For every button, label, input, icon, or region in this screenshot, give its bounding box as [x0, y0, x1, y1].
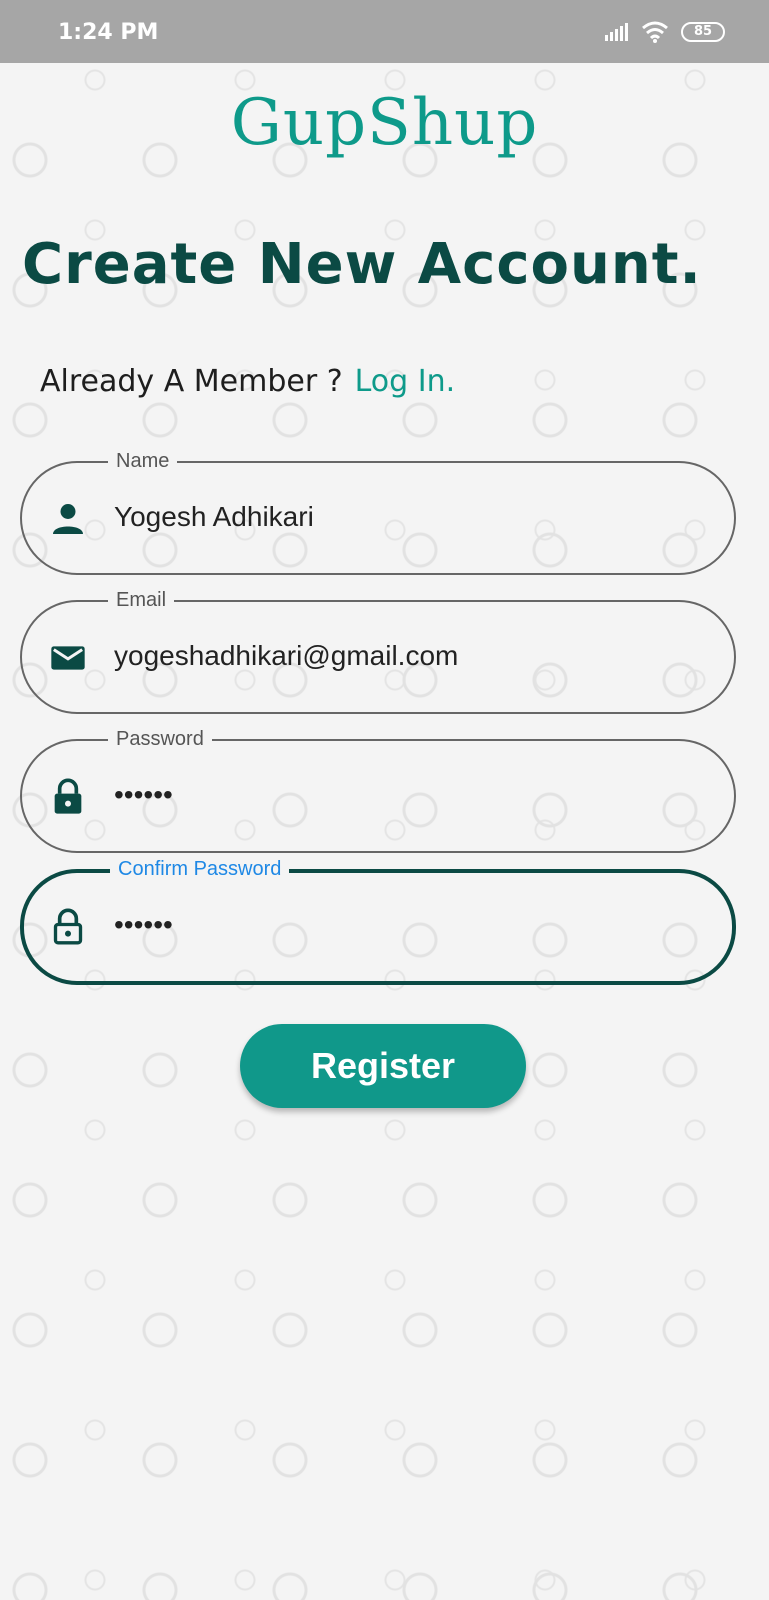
- name-field-value[interactable]: Yogesh Adhikari: [114, 497, 314, 537]
- status-bar: 1:24 PM 85: [0, 0, 769, 63]
- mail-icon: [51, 646, 85, 670]
- email-field-label: Email: [108, 588, 175, 612]
- email-field-value[interactable]: yogeshadhikari@gmail.com: [114, 636, 458, 676]
- status-time: 1:24 PM: [58, 20, 159, 45]
- name-field-label: Name: [108, 449, 178, 473]
- app-logo: GupShup: [230, 86, 539, 160]
- lock-open-icon: [53, 908, 83, 945]
- member-prompt-text: Already A Member ?: [40, 364, 343, 399]
- lock-icon: [54, 778, 82, 814]
- battery-icon: 85: [681, 22, 725, 42]
- wifi-icon: [642, 21, 668, 43]
- password-field-value[interactable]: ••••••: [114, 775, 173, 815]
- member-prompt: Already A Member ? Log In.: [40, 364, 455, 399]
- person-icon: [53, 504, 83, 534]
- confirm-password-field-label: Confirm Password: [110, 857, 290, 881]
- signal-icon: [605, 23, 628, 41]
- page-title: Create New Account.: [22, 232, 702, 297]
- status-icons: 85: [605, 20, 725, 44]
- confirm-password-field-value[interactable]: ••••••: [114, 905, 173, 945]
- login-link[interactable]: Log In.: [355, 364, 456, 399]
- battery-level: 85: [693, 24, 713, 39]
- name-field[interactable]: Name Yogesh Adhikari: [20, 449, 736, 575]
- confirm-password-field[interactable]: Confirm Password ••••••: [20, 857, 736, 985]
- email-field[interactable]: Email yogeshadhikari@gmail.com: [20, 588, 736, 714]
- password-field-label: Password: [108, 727, 212, 751]
- register-button[interactable]: Register: [240, 1024, 526, 1108]
- password-field[interactable]: Password ••••••: [20, 727, 736, 853]
